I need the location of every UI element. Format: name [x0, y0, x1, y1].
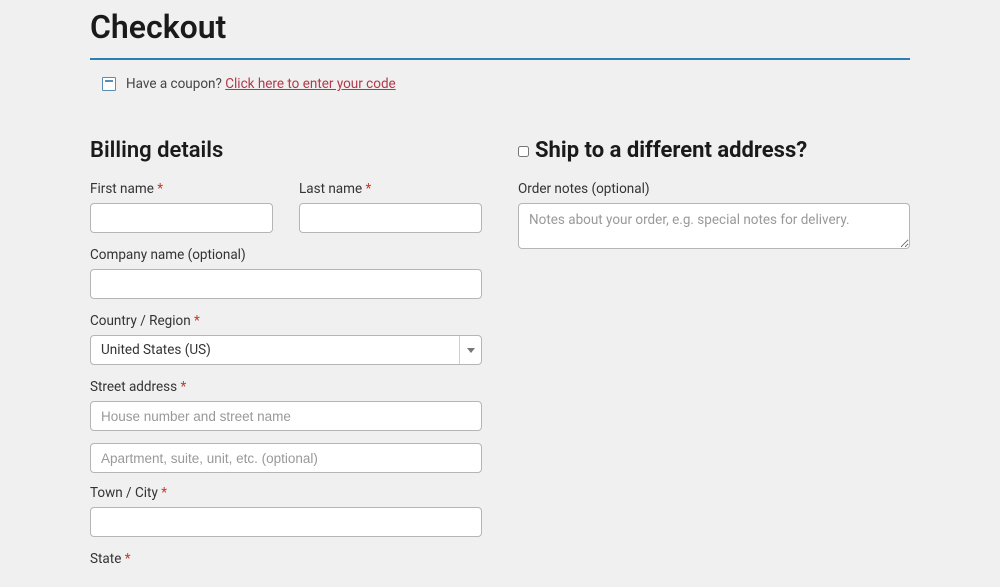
shipping-column: Ship to a different address? Order notes…	[518, 138, 910, 587]
billing-heading: Billing details	[90, 138, 482, 163]
order-notes-textarea[interactable]	[518, 203, 910, 249]
coupon-link[interactable]: Click here to enter your code	[225, 76, 396, 92]
company-label: Company name (optional)	[90, 247, 482, 263]
coupon-icon	[102, 77, 116, 91]
billing-column: Billing details First name * Last name *	[90, 138, 482, 587]
ship-different-label: Ship to a different address?	[535, 138, 807, 163]
country-select[interactable]: United States (US)	[90, 335, 482, 365]
city-label: Town / City *	[90, 485, 482, 501]
company-input[interactable]	[90, 269, 482, 299]
order-notes-label: Order notes (optional)	[518, 181, 910, 197]
last-name-label: Last name *	[299, 181, 482, 197]
ship-different-checkbox[interactable]	[518, 146, 529, 157]
coupon-notice: Have a coupon? Click here to enter your …	[90, 70, 910, 106]
coupon-prompt: Have a coupon?	[126, 76, 222, 92]
city-input[interactable]	[90, 507, 482, 537]
state-label: State *	[90, 551, 482, 567]
chevron-down-icon	[459, 336, 481, 364]
country-label: Country / Region *	[90, 313, 482, 329]
page-title: Checkout	[90, 8, 910, 60]
ship-different-heading[interactable]: Ship to a different address?	[518, 138, 910, 163]
country-selected-value: United States (US)	[101, 342, 211, 358]
first-name-label: First name *	[90, 181, 273, 197]
street-address-label: Street address *	[90, 379, 482, 395]
first-name-input[interactable]	[90, 203, 273, 233]
last-name-input[interactable]	[299, 203, 482, 233]
street-address-1-input[interactable]	[90, 401, 482, 431]
street-address-2-input[interactable]	[90, 443, 482, 473]
